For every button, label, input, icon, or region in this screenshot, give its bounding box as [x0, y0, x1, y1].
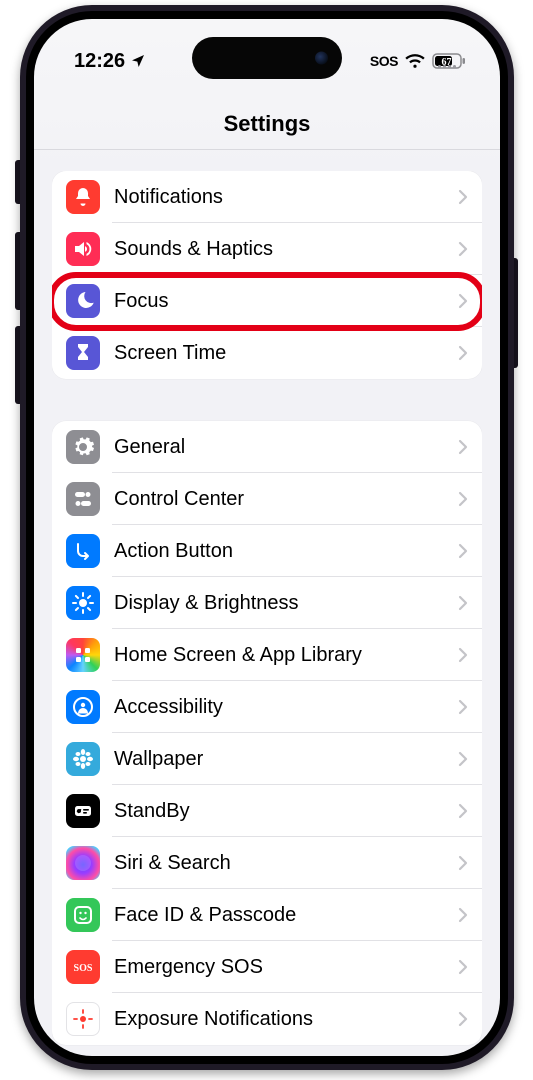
standby-icon [66, 794, 100, 828]
sos-icon: SOS [66, 950, 100, 984]
exposure-icon [66, 1002, 100, 1036]
settings-row-label: Sounds & Haptics [114, 238, 458, 261]
settings-row-label: Exposure Notifications [114, 1008, 458, 1031]
settings-row-standby[interactable]: StandBy [52, 785, 482, 837]
grid-icon [66, 638, 100, 672]
speaker-icon [66, 232, 100, 266]
settings-row-display[interactable]: Display & Brightness [52, 577, 482, 629]
moon-icon [66, 284, 100, 318]
settings-row-label: Siri & Search [114, 852, 458, 875]
location-icon [130, 53, 146, 69]
sun-icon [66, 586, 100, 620]
settings-row-label: Face ID & Passcode [114, 904, 458, 927]
siri-icon [66, 846, 100, 880]
chevron-right-icon [458, 439, 468, 455]
flower-icon [66, 742, 100, 776]
chevron-right-icon [458, 491, 468, 507]
chevron-right-icon [458, 189, 468, 205]
settings-row-exposure[interactable]: Exposure Notifications [52, 993, 482, 1045]
face-icon [66, 898, 100, 932]
chevron-right-icon [458, 699, 468, 715]
status-time: 12:26 [74, 50, 125, 73]
settings-row-controlcenter[interactable]: Control Center [52, 473, 482, 525]
settings-row-homescreen[interactable]: Home Screen & App Library [52, 629, 482, 681]
person-icon [66, 690, 100, 724]
chevron-right-icon [458, 543, 468, 559]
settings-row-label: Wallpaper [114, 748, 458, 771]
settings-row-accessibility[interactable]: Accessibility [52, 681, 482, 733]
chevron-right-icon [458, 803, 468, 819]
hourglass-icon [66, 336, 100, 370]
settings-row-label: Accessibility [114, 696, 458, 719]
status-sos: SOS [370, 53, 398, 69]
settings-row-label: Control Center [114, 488, 458, 511]
chevron-right-icon [458, 241, 468, 257]
settings-row-label: Display & Brightness [114, 592, 458, 615]
section-notifications-group: Notifications Sounds & Haptics Focus Screen… [52, 171, 482, 379]
screen: 12:26 SOS [34, 19, 500, 1056]
bell-icon [66, 180, 100, 214]
gear-icon [66, 430, 100, 464]
settings-row-notifications[interactable]: Notifications [52, 171, 482, 223]
settings-row-faceid[interactable]: Face ID & Passcode [52, 889, 482, 941]
chevron-right-icon [458, 855, 468, 871]
settings-row-label: Home Screen & App Library [114, 644, 458, 667]
chevron-right-icon [458, 345, 468, 361]
settings-row-label: Screen Time [114, 342, 458, 365]
chevron-right-icon [458, 751, 468, 767]
chevron-right-icon [458, 595, 468, 611]
section-general-group: General Control Center Action Button Displa… [52, 421, 482, 1045]
header-divider [34, 149, 500, 150]
settings-row-sounds[interactable]: Sounds & Haptics [52, 223, 482, 275]
settings-row-label: StandBy [114, 800, 458, 823]
settings-row-label: Action Button [114, 540, 458, 563]
settings-row-label: Notifications [114, 186, 458, 209]
settings-list: Notifications Sounds & Haptics Focus Screen… [52, 171, 482, 1056]
stage: 12:26 SOS [0, 0, 533, 1080]
chevron-right-icon [458, 959, 468, 975]
status-left: 12:26 [74, 50, 146, 73]
chevron-right-icon [458, 647, 468, 663]
chevron-right-icon [458, 907, 468, 923]
chevron-right-icon [458, 293, 468, 309]
settings-row-general[interactable]: General [52, 421, 482, 473]
page-title: Settings [34, 111, 500, 137]
wifi-icon [405, 53, 425, 69]
chevron-right-icon [458, 1011, 468, 1027]
settings-row-actionbutton[interactable]: Action Button [52, 525, 482, 577]
switches-icon [66, 482, 100, 516]
svg-text:SOS: SOS [74, 963, 93, 974]
settings-row-label: General [114, 436, 458, 459]
phone-frame: 12:26 SOS [20, 5, 514, 1070]
settings-row-screentime[interactable]: Screen Time [52, 327, 482, 379]
settings-row-sos[interactable]: SOS Emergency SOS [52, 941, 482, 993]
settings-row-siri[interactable]: Siri & Search [52, 837, 482, 889]
settings-row-focus[interactable]: Focus [52, 275, 482, 327]
status-bar: 12:26 SOS [34, 41, 500, 81]
settings-row-label: Emergency SOS [114, 956, 458, 979]
settings-row-wallpaper[interactable]: Wallpaper [52, 733, 482, 785]
settings-row-label: Focus [114, 290, 458, 313]
action-icon [66, 534, 100, 568]
control-center-dots [438, 65, 456, 68]
